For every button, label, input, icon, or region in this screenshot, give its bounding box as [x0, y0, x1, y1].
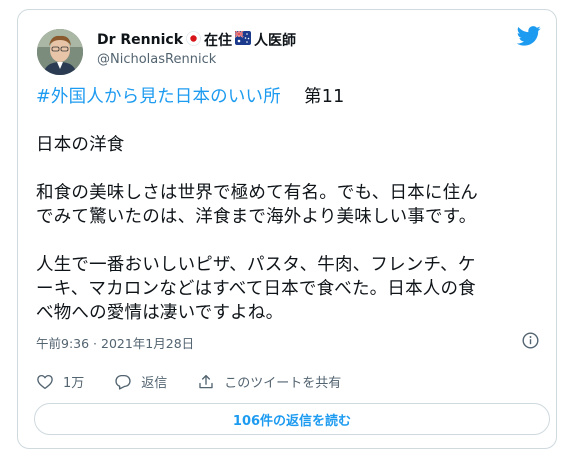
read-replies-button[interactable]: 106件の返信を読む [34, 403, 550, 435]
display-name[interactable]: Dr Rennick 在住 人医師 [97, 30, 296, 50]
reply-button[interactable]: 返信 [114, 372, 167, 391]
like-count: 1万 [63, 376, 85, 391]
tweet-card: Dr Rennick 在住 人医師 @NicholasRennick #外国人か… [17, 9, 557, 449]
tweet-paragraph-3: 人生で一番おいしいピザ、パスタ、牛肉、フレンチ、ケ ーキ、マカロンなどはすべて日… [36, 253, 546, 325]
tweet-timestamp[interactable]: 午前9:36 · 2021年1月28日 [36, 333, 194, 352]
tweet-line: 日本の洋食 [36, 135, 125, 155]
tweet-hashtag-line: #外国人から見た日本のいい所 第11 [36, 85, 546, 109]
author-name-suffix-before: 在住 [204, 33, 233, 49]
tweet-line: でみて驚いたのは、洋食まで海外より美味しい事です。 [36, 207, 477, 227]
action-bar: 1万 返信 このツイートを共有 [36, 372, 371, 391]
series-number: 第11 [304, 87, 345, 107]
tweet-line: 人生で一番おいしいピザ、パスタ、牛肉、フレンチ、ケ [36, 255, 476, 275]
author-name: Dr Rennick [97, 32, 184, 48]
tweet-line: べ物への愛情は凄いですよね。 [36, 303, 284, 323]
reply-label: 返信 [141, 376, 168, 391]
australia-flag-icon [234, 30, 252, 49]
tweet-line: 和食の美味しさは世界で極めて有名。でも、日本に住ん [36, 183, 478, 203]
info-icon[interactable] [522, 332, 539, 349]
tweet-paragraph-2: 和食の美味しさは世界で極めて有名。でも、日本に住ん でみて驚いたのは、洋食まで海… [36, 181, 546, 229]
share-button[interactable]: このツイートを共有 [197, 372, 341, 391]
share-label: このツイートを共有 [224, 376, 342, 391]
twitter-bird-icon[interactable] [516, 26, 541, 46]
share-icon [199, 374, 213, 388]
tweet-paragraph-1: 日本の洋食 [36, 133, 546, 157]
reply-bubble-icon [115, 374, 131, 390]
tweet-text: #外国人から見た日本のいい所 第11 日本の洋食 和食の美味しさは世界で極めて有… [36, 85, 546, 349]
avatar[interactable] [37, 29, 83, 75]
hashtag-link[interactable]: #外国人から見た日本のいい所 [36, 87, 281, 107]
heart-icon [37, 374, 53, 389]
like-button[interactable]: 1万 [36, 372, 84, 391]
japan-flag-icon [186, 30, 201, 50]
tweet-line: ーキ、マカロンなどはすべて日本で食べた。日本人の食 [36, 279, 476, 299]
author-name-suffix-after: 人医師 [254, 33, 297, 49]
author-handle[interactable]: @NicholasRennick [97, 52, 216, 67]
